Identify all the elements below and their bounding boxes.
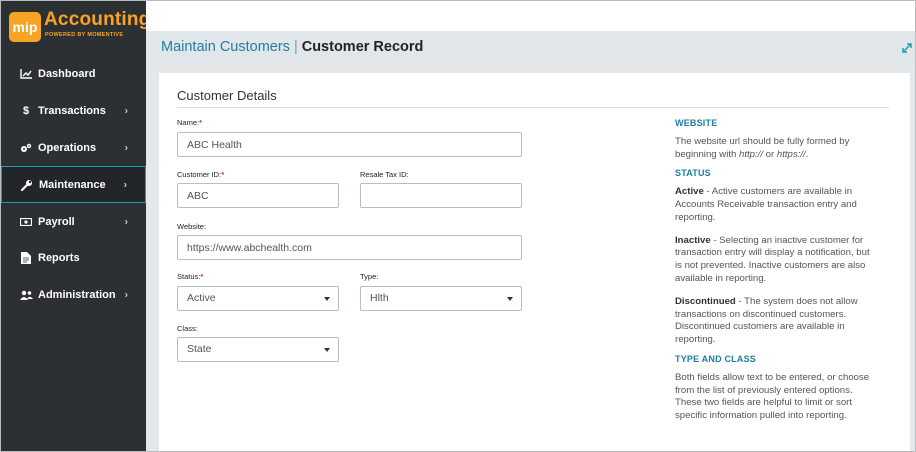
help-text: or <box>763 148 777 160</box>
help-website-text: The website url should be fully formed b… <box>675 136 875 162</box>
app-window: mip Accounting POWERED BY MOMENTIVE Dash… <box>0 0 916 452</box>
sidebar-item-payroll[interactable]: Payroll › <box>1 203 146 240</box>
class-selected-value: State <box>187 343 212 355</box>
sidebar-item-label: Operations <box>38 141 97 154</box>
sidebar-item-label: Administration <box>38 289 116 302</box>
help-heading-status: STATUS <box>675 168 711 179</box>
gears-icon <box>19 141 33 155</box>
type-label: Type: <box>360 272 379 281</box>
money-icon <box>19 215 33 229</box>
file-icon <box>19 251 33 265</box>
class-label: Class: <box>177 324 198 333</box>
users-icon <box>19 288 33 302</box>
divider <box>177 107 889 108</box>
caret-down-icon <box>324 297 330 301</box>
status-label-text: Status: <box>177 272 201 281</box>
required-marker: * <box>200 272 204 281</box>
resale-tax-id-field[interactable] <box>360 183 522 208</box>
website-field[interactable] <box>177 235 522 260</box>
customer-id-field[interactable] <box>177 183 339 208</box>
customer-id-label: Customer ID:* <box>177 170 224 179</box>
wrench-icon <box>20 178 34 192</box>
name-field[interactable] <box>177 132 522 157</box>
help-term: Discontinued <box>675 295 736 307</box>
section-title: Customer Details <box>177 88 277 103</box>
page-header: Maintain Customers | Customer Record <box>146 31 915 65</box>
sidebar-item-reports[interactable]: Reports <box>1 240 146 277</box>
sidebar-nav: Dashboard $ Transactions › Operations › … <box>1 56 146 314</box>
help-heading-website: WEBSITE <box>675 118 718 128</box>
name-label: Name:* <box>177 118 202 127</box>
help-type-class-text: Both fields allow text to be entered, or… <box>675 371 870 422</box>
sidebar-item-dashboard[interactable]: Dashboard <box>1 56 146 93</box>
help-term: Inactive <box>675 234 711 246</box>
sidebar: mip Accounting POWERED BY MOMENTIVE Dash… <box>1 1 150 451</box>
status-selected-value: Active <box>187 292 216 304</box>
caret-down-icon <box>324 348 330 352</box>
main-content: Maintain Customers | Customer Record Custo… <box>146 1 915 451</box>
help-text: . <box>805 148 809 160</box>
chevron-right-icon: › <box>124 289 128 301</box>
breadcrumb-separator: | <box>293 39 298 55</box>
expand-icon[interactable] <box>901 41 913 53</box>
name-label-text: Name: <box>177 118 200 127</box>
chevron-right-icon: › <box>123 179 127 191</box>
top-bar <box>146 1 915 31</box>
chevron-right-icon: › <box>124 216 128 228</box>
sidebar-item-maintenance[interactable]: Maintenance › <box>1 166 146 204</box>
help-discontinued-text: Discontinued - The system does not allow… <box>675 296 875 347</box>
help-inactive-text: Inactive - Selecting an inactive custome… <box>675 235 875 286</box>
sidebar-item-operations[interactable]: Operations › <box>1 130 146 167</box>
type-selected-value: Hlth <box>370 292 389 304</box>
breadcrumb-parent-link[interactable]: Maintain Customers <box>161 39 290 55</box>
required-marker: * <box>199 118 203 127</box>
page-title: Customer Record <box>301 39 424 55</box>
sidebar-item-label: Dashboard <box>38 68 96 81</box>
chart-line-icon <box>19 67 33 81</box>
status-label: Status:* <box>177 272 203 281</box>
logo-badge: mip <box>9 12 41 42</box>
chevron-right-icon: › <box>124 105 128 117</box>
sidebar-item-administration[interactable]: Administration › <box>1 277 146 314</box>
help-heading-type-class: TYPE AND CLASS <box>675 353 756 364</box>
logo-title: Accounting <box>44 9 151 30</box>
resale-tax-id-label: Resale Tax ID: <box>360 170 409 179</box>
class-combobox[interactable]: State <box>177 337 339 362</box>
app-logo[interactable]: mip Accounting POWERED BY MOMENTIVE <box>9 9 150 44</box>
chevron-right-icon: › <box>124 142 128 154</box>
type-combobox[interactable]: Hlth <box>360 286 522 311</box>
customer-details-card: Customer Details Name:* Customer ID:* Re… <box>159 73 910 451</box>
sidebar-item-label: Reports <box>38 252 80 265</box>
help-term: Active <box>675 186 704 198</box>
website-label: Website: <box>177 222 207 231</box>
breadcrumb: Maintain Customers | Customer Record <box>161 39 423 55</box>
customer-id-label-text: Customer ID: <box>177 170 222 179</box>
sidebar-item-label: Maintenance <box>39 178 106 191</box>
sidebar-item-transactions[interactable]: $ Transactions › <box>1 93 146 130</box>
help-https: https:// <box>776 148 806 160</box>
help-active-text: Active - Active customers are available … <box>675 186 875 224</box>
sidebar-item-label: Transactions <box>38 105 106 118</box>
help-panel: WEBSITE The website url should be fully … <box>675 117 875 429</box>
required-marker: * <box>221 170 225 179</box>
sidebar-item-label: Payroll <box>38 215 75 228</box>
help-http: http:// <box>739 148 764 160</box>
logo-subtitle: POWERED BY MOMENTIVE <box>45 32 124 38</box>
dollar-icon: $ <box>22 105 30 118</box>
status-select[interactable]: Active <box>177 286 339 311</box>
caret-down-icon <box>507 297 513 301</box>
